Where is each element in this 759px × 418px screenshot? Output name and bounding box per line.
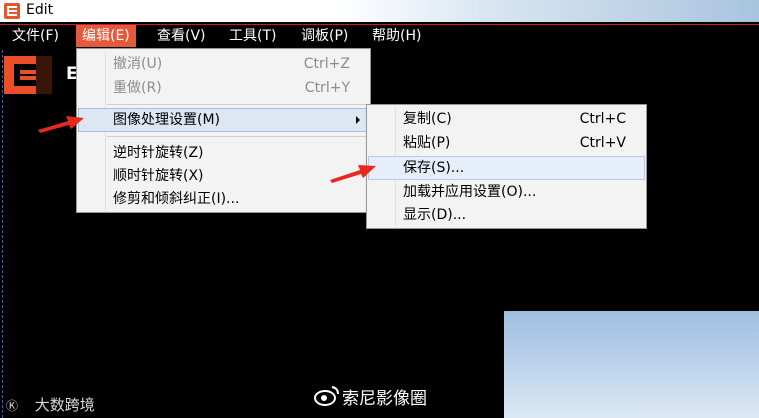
menu-item-image-processing-settings[interactable]: 图像处理设置(M) xyxy=(78,108,369,132)
menu-item-label: 逆时针旋转(Z) xyxy=(113,145,204,161)
menu-item-save[interactable]: 保存(S)... xyxy=(368,156,645,180)
menu-separator xyxy=(107,104,366,105)
menu-edit[interactable]: 编辑(E) xyxy=(76,25,136,47)
annotation-arrow-icon xyxy=(330,165,376,183)
menu-item-label: 粘贴(P) xyxy=(403,135,451,151)
menu-item-label: 显示(D)... xyxy=(403,207,467,223)
window-title: Edit xyxy=(26,2,54,18)
menu-item-shortcut: Ctrl+Y xyxy=(304,80,350,96)
menu-view[interactable]: 查看(V) xyxy=(151,25,212,47)
menu-help[interactable]: 帮助(H) xyxy=(366,25,427,47)
menu-item-label: 修剪和倾斜纠正(I)... xyxy=(113,191,240,207)
menu-item-label: 顺时针旋转(X) xyxy=(113,168,204,184)
menu-item-show[interactable]: 显示(D)... xyxy=(369,204,644,226)
menu-item-label: 图像处理设置(M) xyxy=(113,112,221,128)
annotation-arrow-icon xyxy=(38,116,84,133)
menu-item-redo[interactable]: 重做(R) Ctrl+Y xyxy=(79,77,368,99)
app-icon xyxy=(4,3,20,19)
menu-item-shortcut: Ctrl+C xyxy=(579,111,626,127)
image-processing-submenu: 复制(C) Ctrl+C 粘贴(P) Ctrl+V 保存(S)... 加载并应用… xyxy=(366,104,647,229)
watermark-left-text: 大数跨境 xyxy=(34,396,95,414)
weibo-icon xyxy=(314,386,339,406)
menu-item-copy[interactable]: 复制(C) Ctrl+C xyxy=(369,108,644,130)
watermark-center: 索尼影像圈 xyxy=(314,384,427,409)
photo-preview xyxy=(504,311,759,418)
menu-palette[interactable]: 调板(P) xyxy=(295,25,354,47)
menu-bar: 文件(F) 编辑(E) 查看(V) 工具(T) 调板(P) 帮助(H) xyxy=(0,22,759,48)
menu-file[interactable]: 文件(F) xyxy=(6,25,65,47)
watermark-logo-icon: Ⓚ xyxy=(6,399,18,413)
watermark-center-text: 索尼影像圈 xyxy=(342,389,427,409)
menu-item-crop-straighten[interactable]: 修剪和倾斜纠正(I)... xyxy=(79,188,368,210)
menu-item-undo[interactable]: 撤消(U) Ctrl+Z xyxy=(79,53,368,75)
app-logo-icon xyxy=(4,56,52,94)
menu-item-label: 加载并应用设置(O)... xyxy=(403,184,537,200)
menu-item-shortcut: Ctrl+V xyxy=(579,135,626,151)
submenu-arrow-icon xyxy=(356,116,360,124)
menu-item-paste[interactable]: 粘贴(P) Ctrl+V xyxy=(369,132,644,154)
menu-item-shortcut: Ctrl+Z xyxy=(303,56,350,72)
menu-item-load-apply[interactable]: 加载并应用设置(O)... xyxy=(369,181,644,203)
watermark-left: Ⓚ 大数跨境 xyxy=(6,394,95,415)
menu-item-label: 保存(S)... xyxy=(403,160,465,176)
menu-item-rotate-cw[interactable]: 顺时针旋转(X) xyxy=(79,165,368,187)
svg-text:Ⓚ: Ⓚ xyxy=(6,399,18,412)
edit-menu-dropdown: 撤消(U) Ctrl+Z 重做(R) Ctrl+Y 图像处理设置(M) 逆时针旋… xyxy=(76,48,371,213)
menu-separator xyxy=(107,136,366,137)
title-bar-background xyxy=(339,0,759,22)
menu-item-label: 撤消(U) xyxy=(113,56,163,72)
menu-item-label: 复制(C) xyxy=(403,111,452,127)
menu-item-label: 重做(R) xyxy=(113,80,162,96)
title-bar: Edit xyxy=(0,0,759,22)
menu-tools[interactable]: 工具(T) xyxy=(223,25,282,47)
menu-item-rotate-ccw[interactable]: 逆时针旋转(Z) xyxy=(79,142,368,164)
workspace-border xyxy=(2,50,3,418)
